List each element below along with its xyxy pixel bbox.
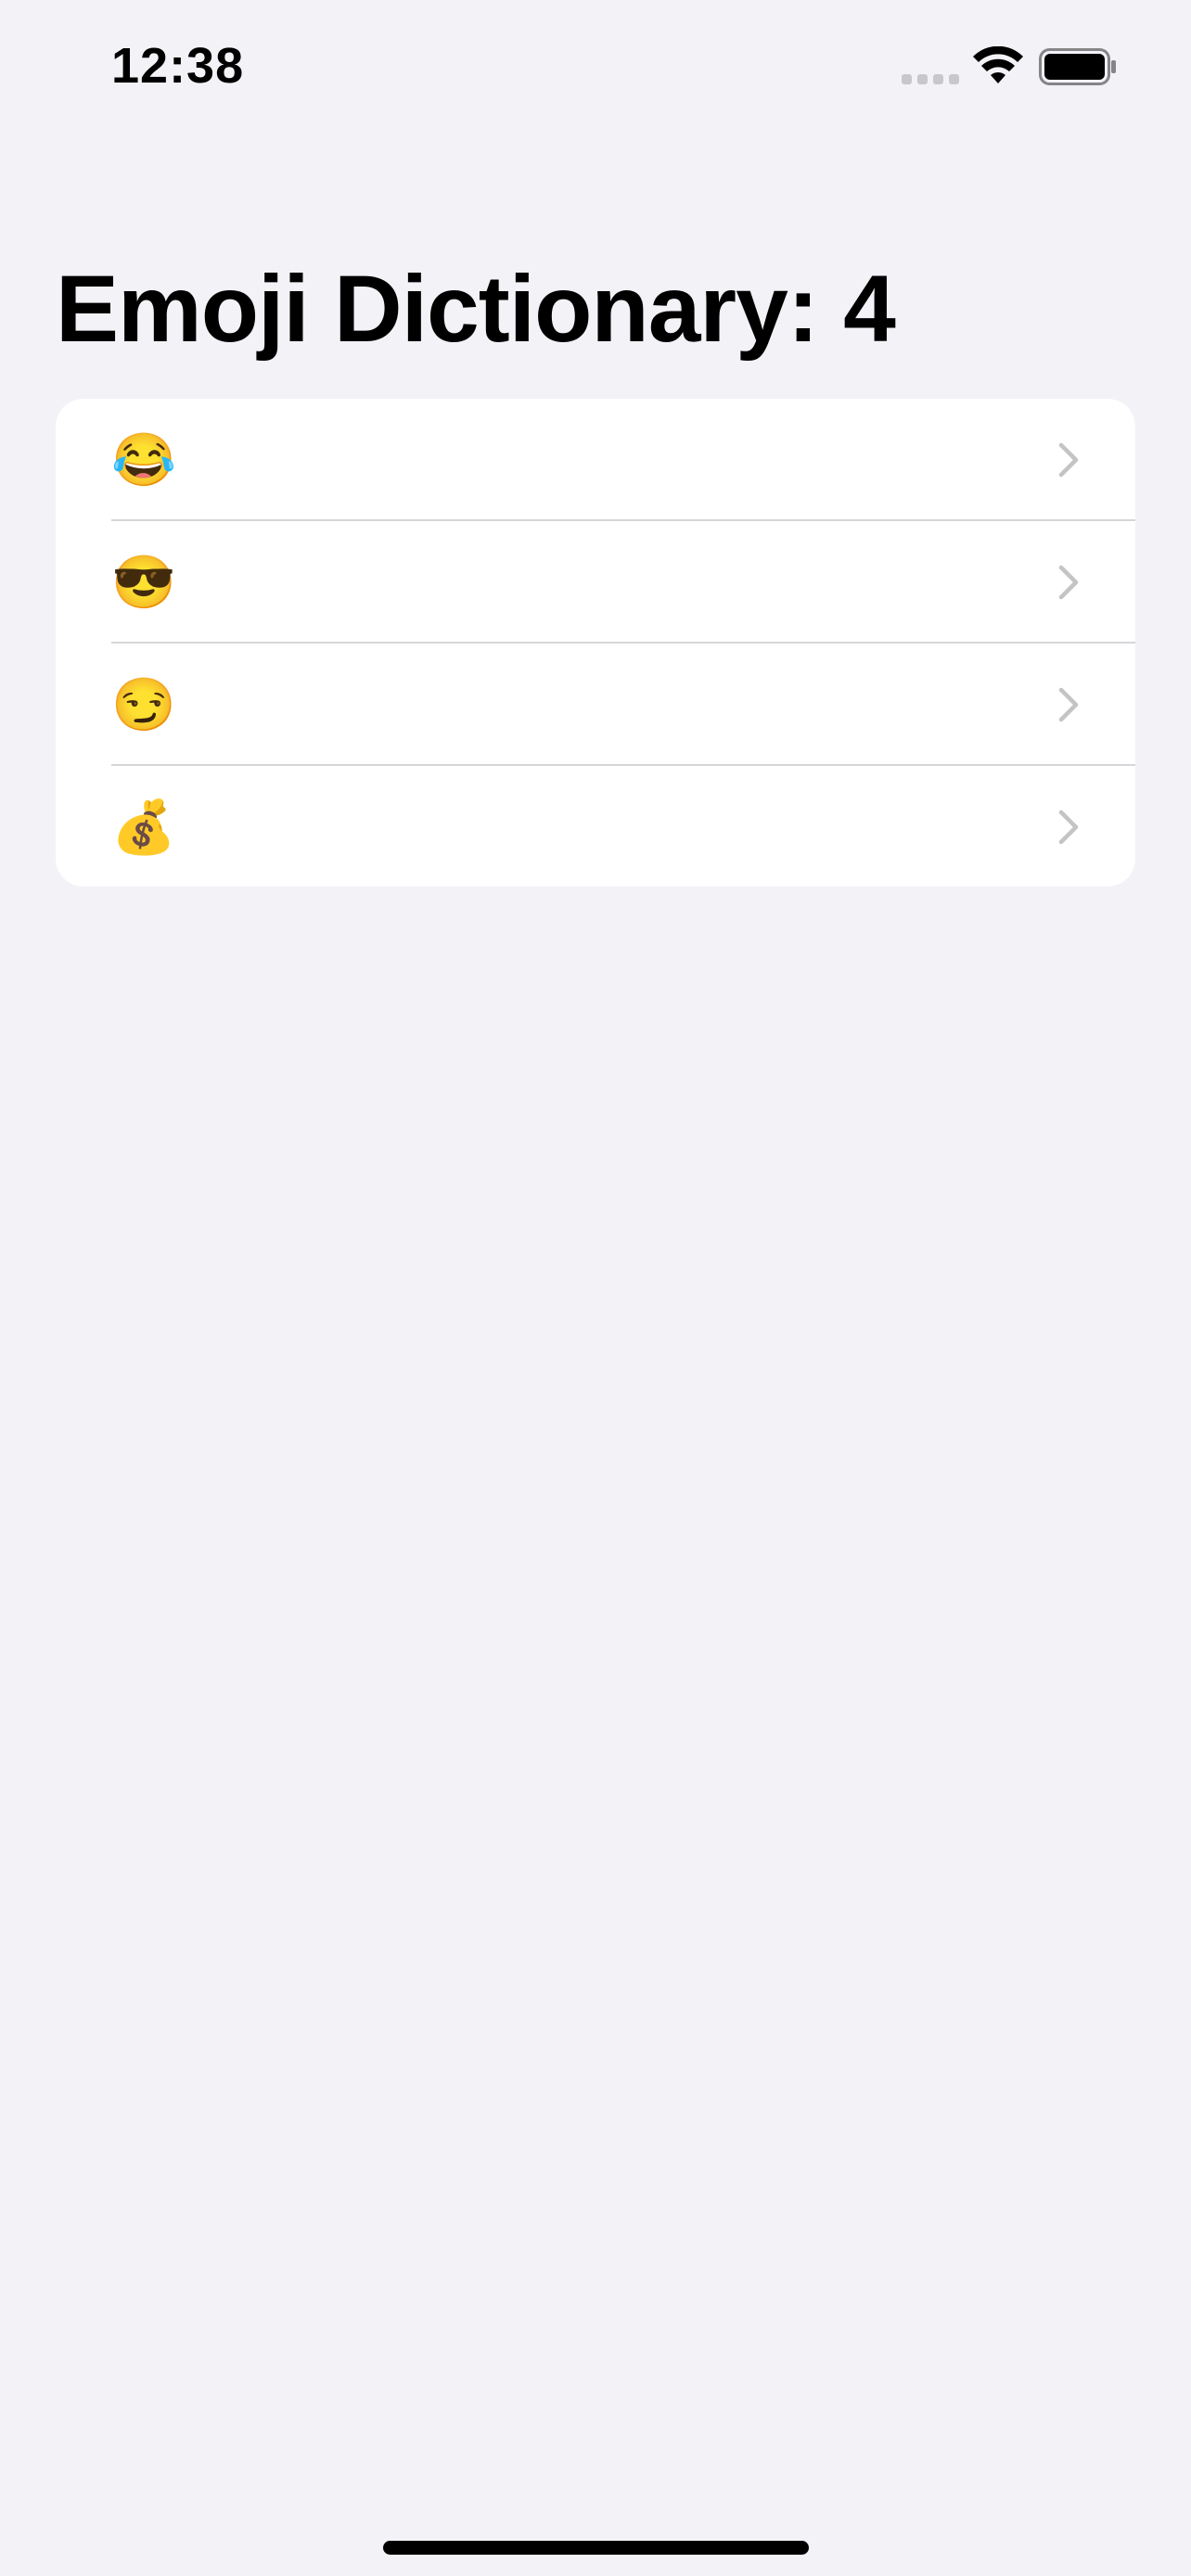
list-item[interactable]: 😏 bbox=[56, 644, 1135, 766]
home-indicator[interactable] bbox=[383, 2541, 809, 2555]
page-title: Emoji Dictionary: 4 bbox=[56, 256, 896, 362]
wifi-icon bbox=[973, 46, 1023, 83]
emoji-label: 😏 bbox=[111, 675, 176, 733]
emoji-label: 💰 bbox=[111, 797, 176, 856]
emoji-label: 😎 bbox=[111, 553, 176, 611]
emoji-label: 😂 bbox=[111, 430, 176, 489]
chevron-right-icon bbox=[1058, 442, 1079, 478]
status-time: 12:38 bbox=[111, 38, 245, 94]
chevron-right-icon bbox=[1058, 687, 1079, 722]
list-item[interactable]: 💰 bbox=[56, 766, 1135, 886]
cellular-signal-icon bbox=[902, 74, 959, 84]
chevron-right-icon bbox=[1058, 810, 1079, 845]
emoji-list: 😂 😎 😏 💰 bbox=[56, 399, 1135, 886]
battery-icon bbox=[1039, 48, 1116, 85]
list-item[interactable]: 😂 bbox=[56, 399, 1135, 521]
status-bar: 12:38 bbox=[0, 0, 1191, 139]
list-item[interactable]: 😎 bbox=[56, 521, 1135, 644]
chevron-right-icon bbox=[1058, 565, 1079, 600]
